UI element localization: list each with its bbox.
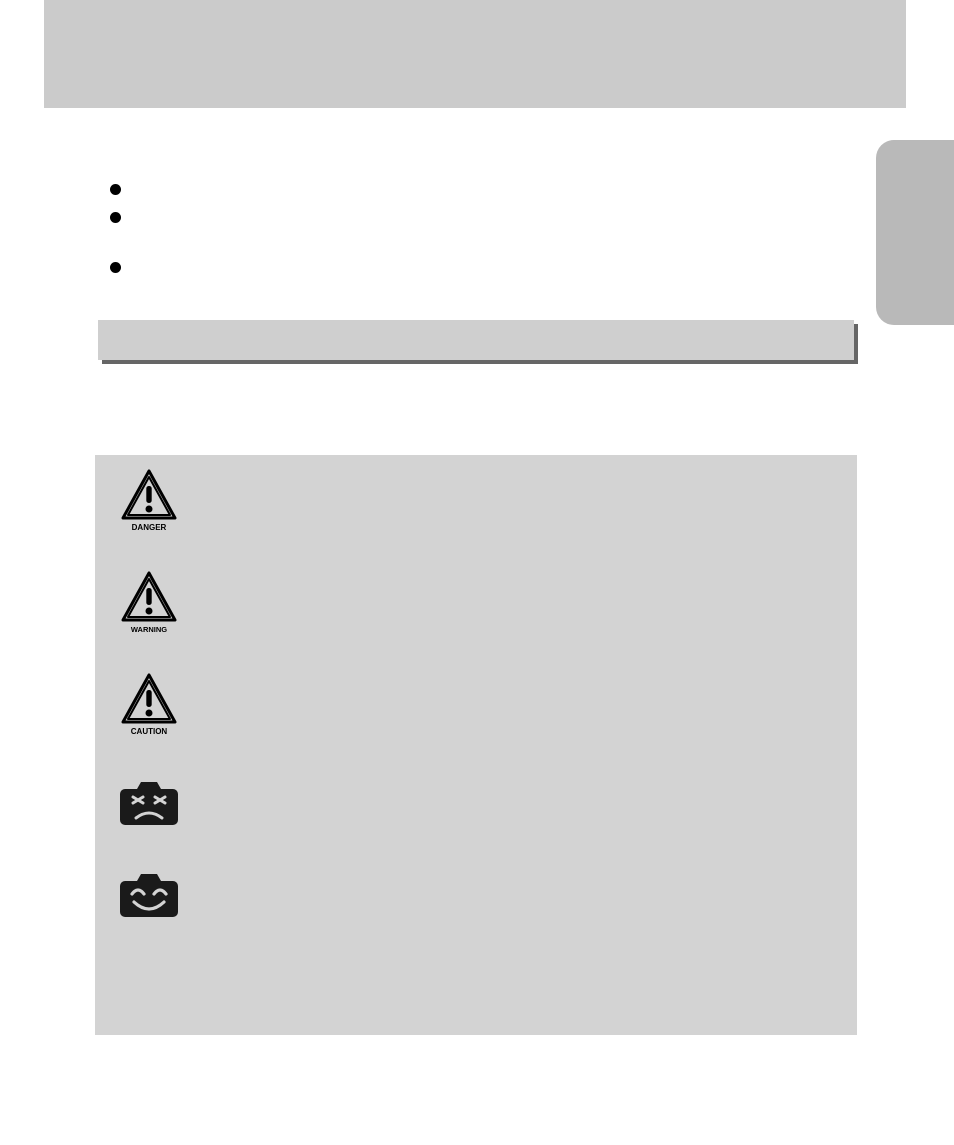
section-heading-bar [98,320,854,360]
caution-text [185,673,839,679]
caution-icon: CAUTION [113,673,185,737]
danger-label: DANGER [132,523,167,532]
sad-camera-text [185,775,839,781]
warning-icon: WARNING [113,571,185,635]
bullet-item [100,258,134,278]
row-happy-camera [113,867,839,921]
icons-panel: DANGER WARNING CAUTION [95,455,857,1035]
warning-text [185,571,839,577]
danger-text [185,469,839,475]
side-tab [876,140,954,325]
bullet-list [100,180,134,286]
row-warning: WARNING [113,571,839,635]
top-banner [44,0,906,108]
bullet-item [100,208,134,228]
caution-label: CAUTION [131,727,168,736]
happy-camera-icon [113,867,185,921]
sad-camera-icon [113,775,185,829]
row-sad-camera [113,775,839,829]
bullet-item [100,180,134,200]
happy-camera-text [185,867,839,873]
danger-icon: DANGER [113,469,185,533]
row-caution: CAUTION [113,673,839,737]
warning-label: WARNING [131,625,167,634]
row-danger: DANGER [113,469,839,533]
